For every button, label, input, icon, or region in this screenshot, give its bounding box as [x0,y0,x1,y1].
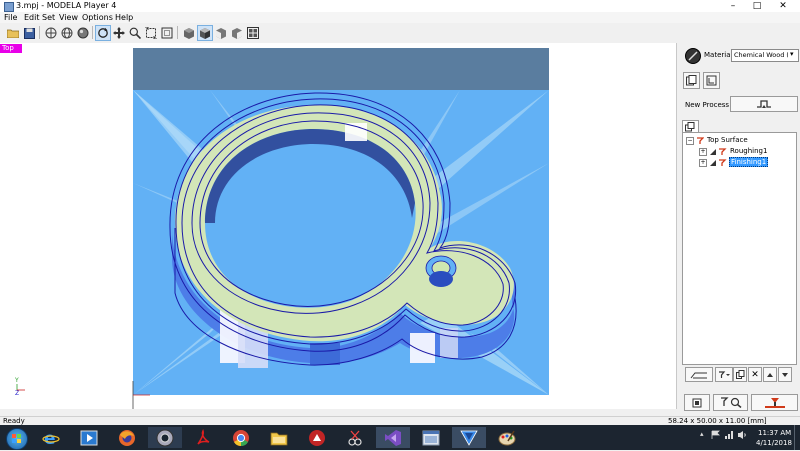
right-panel: Material Chemical Wood (Ha ▾ New Process… [677,43,800,411]
new-process-label: New Process [685,101,730,109]
view-whole-icon[interactable] [43,25,59,41]
rotate-icon[interactable] [95,25,111,41]
shaded-view-icon[interactable] [181,25,197,41]
svg-text:Y: Y [14,377,19,384]
stock-settings-button[interactable] [683,72,700,89]
toolbar-separator [39,26,40,39]
preview-cut-button[interactable] [713,394,748,411]
view-sphere-icon[interactable] [75,25,91,41]
material-value: Chemical Wood (Ha [734,51,788,59]
fit-icon[interactable] [143,25,159,41]
menu-edit[interactable]: Edit [24,13,40,22]
material-select[interactable]: Chemical Wood (Ha ▾ [731,49,799,62]
svg-text:Z: Z [15,390,19,397]
expand-icon[interactable]: + [699,148,707,156]
open-icon[interactable] [5,25,21,41]
flag-icon[interactable] [711,430,720,442]
paint-taskbar-icon[interactable] [490,427,524,448]
expand-icon[interactable]: + [699,159,707,167]
zoom-icon[interactable] [127,25,143,41]
stock-block [132,48,549,409]
menu-file[interactable]: File [4,13,17,22]
process-tree: − Top Surface + Roughing1 + Finishing1 [682,132,797,365]
app-taskbar-icon[interactable] [148,427,182,448]
menu-view[interactable]: View [59,13,78,22]
delete-button[interactable]: ✕ [748,367,762,382]
material-label: Material [704,51,733,59]
copy-button[interactable] [733,367,747,382]
cut-button[interactable] [751,394,798,411]
menu-options[interactable]: Options [82,13,113,22]
start-button[interactable] [6,428,28,450]
chrome-taskbar-icon[interactable] [224,427,258,448]
grid-view-icon[interactable] [245,25,261,41]
media-player-taskbar-icon[interactable] [72,427,106,448]
view-label-badge: Top [0,44,22,53]
svg-text:e: e [44,429,56,447]
clock-time[interactable]: 11:37 AM [758,429,791,437]
tree-item-label-selected: Finishing1 [729,157,769,167]
clock-date[interactable]: 4/11/2018 [756,439,792,447]
modela-player-taskbar-icon[interactable] [452,427,486,448]
stock-top-strip [133,48,549,90]
window-app-taskbar-icon[interactable] [414,427,448,448]
move-up-icon[interactable] [763,367,777,382]
maximize-button[interactable]: □ [746,0,768,12]
minimize-button[interactable]: – [722,0,744,12]
chevron-down-icon: ▾ [790,50,794,58]
xyz-gizmo-icon: Y Z [14,377,25,397]
taskbar: e ▴ 11:37 AM 4/11/2018 [0,425,800,450]
snipping-tool-taskbar-icon[interactable] [338,427,372,448]
menu-bar: File Edit Set View Options Help [0,12,800,23]
front-view-icon[interactable] [213,25,229,41]
pan-icon[interactable] [111,25,127,41]
volume-icon[interactable] [737,430,747,442]
visual-studio-taskbar-icon[interactable] [376,427,410,448]
stop-button[interactable] [684,394,710,411]
firefox-taskbar-icon[interactable] [110,427,144,448]
file-explorer-taskbar-icon[interactable] [262,427,296,448]
close-button[interactable]: ✕ [772,0,794,12]
tree-item-label: Roughing1 [730,147,768,155]
window-title: 3.mpj - MODELA Player 4 [16,1,117,10]
3d-viewport[interactable]: Y Z [0,43,677,409]
show-desktop-button[interactable] [794,425,800,450]
menu-set[interactable]: Set [42,13,55,22]
status-dimensions: 58.24 x 50.00 x 11.00 [mm] [668,417,767,425]
material-icon [685,48,701,64]
toolbar-separator [177,26,178,39]
zoom-window-icon[interactable] [159,25,175,41]
app-icon [4,2,14,12]
tree-root-label: Top Surface [707,136,748,144]
save-icon[interactable] [21,25,37,41]
tray-chevron-icon[interactable]: ▴ [700,430,704,438]
menu-help[interactable]: Help [115,13,133,22]
network-icon[interactable] [724,430,734,442]
collapse-icon[interactable]: − [686,137,694,145]
status-text: Ready [3,417,25,425]
origin-settings-button[interactable] [703,72,720,89]
iso-view-icon[interactable] [197,25,213,41]
app-red-taskbar-icon[interactable] [300,427,334,448]
move-down-icon[interactable] [778,367,792,382]
ie-taskbar-icon[interactable]: e [34,427,68,448]
side-view-icon[interactable] [229,25,245,41]
new-process-button[interactable] [730,96,798,112]
toolbar-separator [92,26,93,39]
toolbar [0,23,800,44]
tool-dropdown-button[interactable] [715,367,733,382]
view-globe-icon[interactable] [59,25,75,41]
title-bar: 3.mpj - MODELA Player 4 – □ ✕ [0,0,800,12]
pdf-taskbar-icon[interactable] [186,427,220,448]
process-list-button[interactable] [685,367,713,382]
